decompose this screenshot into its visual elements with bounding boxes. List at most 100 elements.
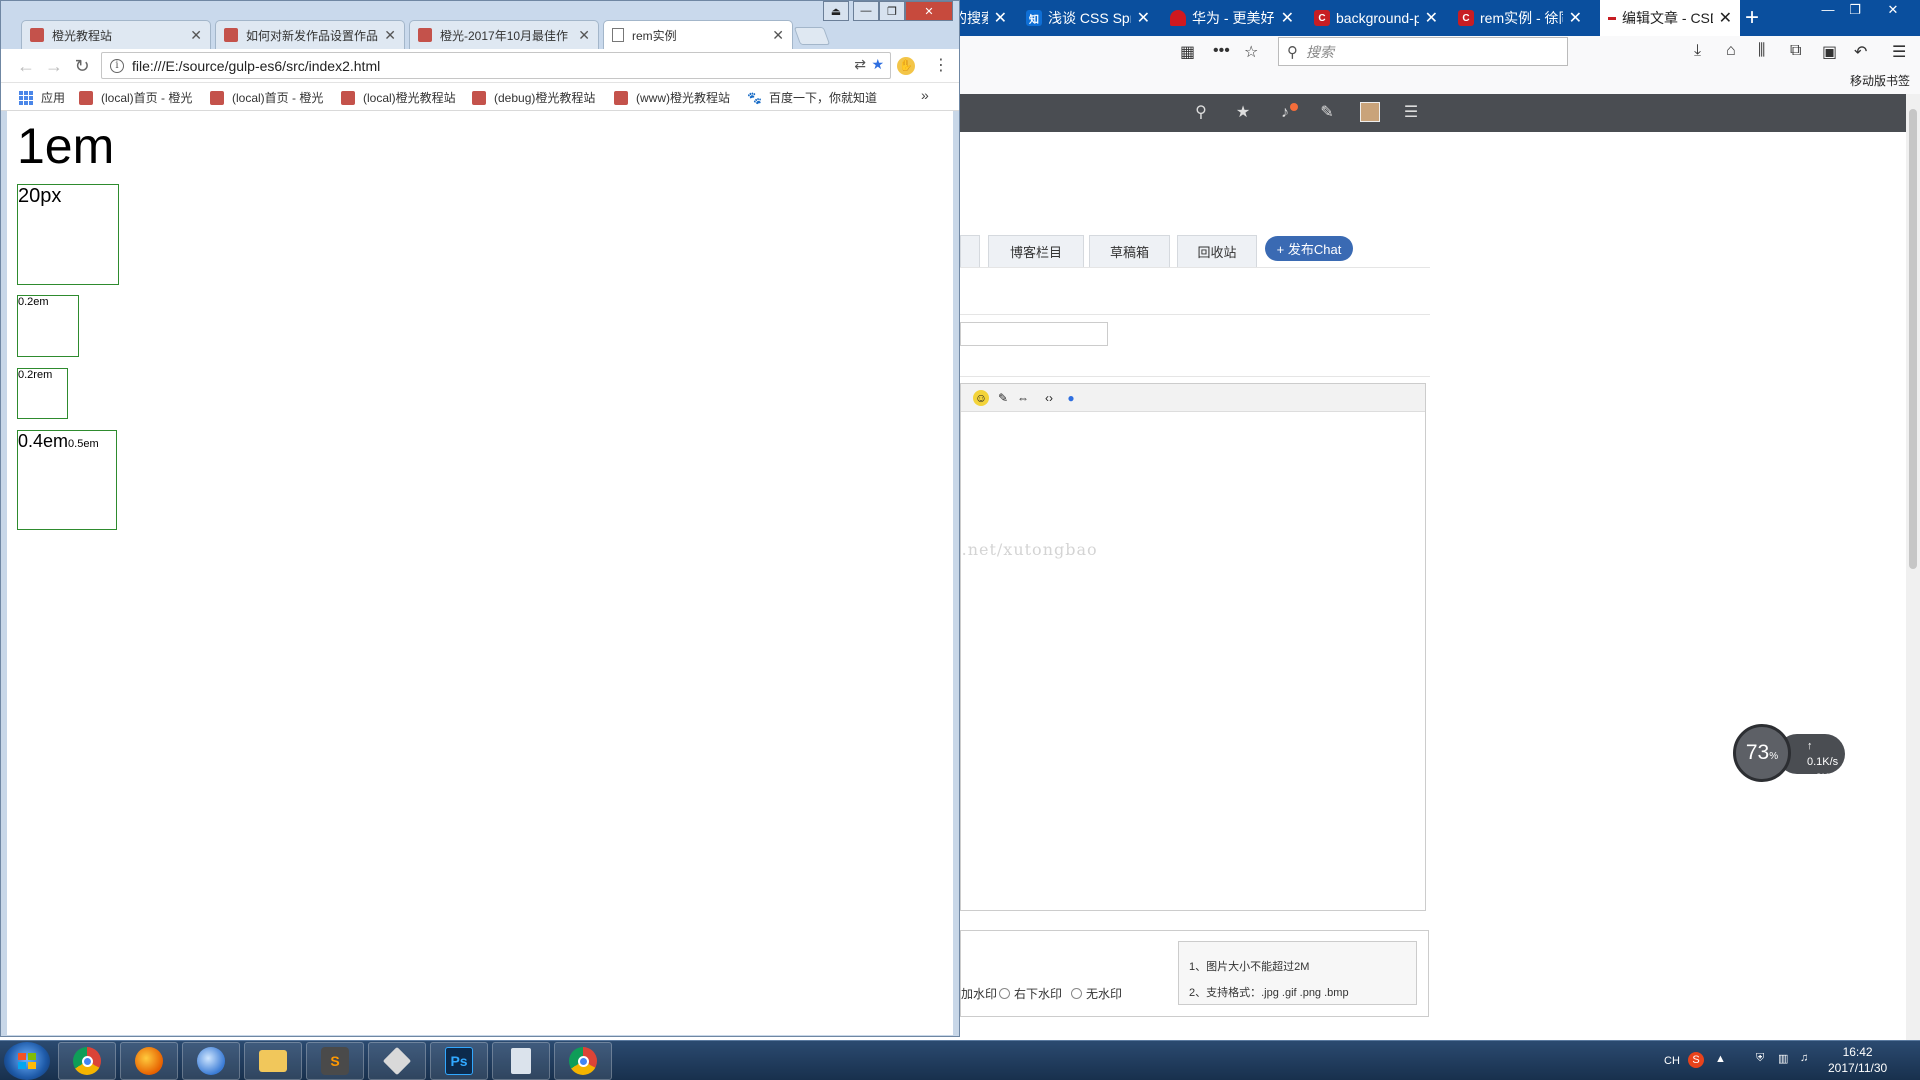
bookmark-item[interactable]: 🐾 百度一下，你就知道: [747, 89, 877, 106]
qr-code-icon[interactable]: ▦: [1180, 42, 1195, 62]
network-icon[interactable]: ▥: [1778, 1052, 1788, 1065]
translate-icon[interactable]: ⇄: [854, 56, 866, 73]
tray-expand-icon[interactable]: ▲: [1715, 1053, 1726, 1065]
taskbar-chrome-2[interactable]: [554, 1042, 612, 1080]
edit-icon[interactable]: ✎: [995, 390, 1011, 406]
csdn-tab-drafts[interactable]: 草稿箱: [1089, 235, 1170, 267]
close-button[interactable]: ✕: [1880, 2, 1906, 18]
reload-button[interactable]: ↻: [71, 55, 93, 77]
chrome-tab[interactable]: 如何对新发作品设置作品 ✕: [215, 20, 405, 49]
start-button[interactable]: [4, 1042, 50, 1080]
bookmark-apps[interactable]: 应用: [19, 89, 65, 106]
close-icon[interactable]: ✕: [772, 27, 784, 44]
close-icon[interactable]: ✕: [1425, 8, 1438, 28]
info-icon[interactable]: ●: [1063, 390, 1079, 406]
maximize-button[interactable]: ❐: [879, 1, 905, 21]
watermark-option-bottom-right[interactable]: 右下水印: [999, 985, 1062, 1002]
close-icon[interactable]: ✕: [190, 27, 202, 44]
close-button[interactable]: ✕: [905, 1, 953, 21]
more-actions-icon[interactable]: •••: [1213, 42, 1230, 60]
close-icon[interactable]: ✕: [578, 27, 590, 44]
info-icon[interactable]: i: [110, 58, 124, 73]
watermark-option-none[interactable]: 无水印: [1071, 985, 1122, 1002]
search-icon[interactable]: ⚲: [1190, 102, 1212, 124]
close-icon[interactable]: ✕: [994, 8, 1007, 28]
sidebar-icon[interactable]: ▣: [1822, 42, 1837, 62]
csdn-tab-columns[interactable]: 博客栏目: [988, 235, 1084, 267]
emoji-icon[interactable]: ☺: [973, 390, 989, 406]
new-tab-button[interactable]: [793, 27, 831, 45]
firefox-tab[interactable]: C rem实例 - 徐同 ✕: [1450, 0, 1590, 36]
article-title-input[interactable]: [960, 322, 1108, 346]
search-input[interactable]: ⚲ 搜索: [1278, 37, 1568, 66]
taskbar-chrome[interactable]: [58, 1042, 116, 1080]
back-arrow-icon[interactable]: ↶: [1854, 42, 1867, 62]
bookmark-star-icon[interactable]: ☆: [1244, 42, 1258, 62]
taskbar-firefox[interactable]: [120, 1042, 178, 1080]
forward-button[interactable]: →: [43, 55, 65, 77]
library-icon[interactable]: ⫼: [1758, 42, 1765, 60]
more-bookmarks-button[interactable]: »: [921, 87, 929, 103]
csdn-tab-recycle[interactable]: 回收站: [1177, 235, 1257, 267]
bookmark-item[interactable]: (debug)橙光教程站: [472, 89, 595, 106]
folder-icon: [259, 1050, 287, 1072]
extension-icon[interactable]: ✋: [897, 57, 915, 75]
close-icon[interactable]: ✕: [1137, 8, 1150, 28]
code-icon[interactable]: ⇔: [1015, 390, 1031, 406]
chrome-tab[interactable]: 橙光教程站 ✕: [21, 20, 211, 49]
volume-icon[interactable]: ♫: [1800, 1052, 1808, 1064]
new-tab-button[interactable]: +: [1745, 4, 1759, 32]
maximize-button[interactable]: ❐: [1842, 2, 1868, 18]
sogou-icon[interactable]: S: [1688, 1052, 1704, 1068]
minimize-button[interactable]: —: [1815, 2, 1841, 17]
article-editor[interactable]: ☺ ✎ ⇔ ‹› ●: [960, 383, 1426, 911]
close-icon[interactable]: ✕: [1719, 8, 1732, 28]
page-scrollbar[interactable]: [1906, 94, 1920, 1040]
watermark-option-add[interactable]: 加水印: [961, 985, 997, 1002]
firefox-tab[interactable]: 知 浅谈 CSS Sprite ✕: [1018, 0, 1158, 36]
menu-icon[interactable]: ☰: [1400, 102, 1422, 124]
bookmark-item[interactable]: (local)橙光教程站: [341, 89, 456, 106]
avatar[interactable]: [1360, 102, 1380, 122]
box-label: 0.4em: [18, 431, 69, 451]
taskbar-photoshop[interactable]: Ps: [430, 1042, 488, 1080]
csdn-tab-partial[interactable]: [960, 235, 980, 267]
download-icon[interactable]: ⤓: [1694, 42, 1701, 60]
shield-icon[interactable]: ⛨: [1756, 1052, 1764, 1065]
source-icon[interactable]: ‹›: [1041, 390, 1057, 406]
firefox-tab-active[interactable]: 编辑文章 - CSD ✕: [1600, 0, 1740, 36]
language-indicator[interactable]: CH: [1664, 1055, 1680, 1067]
chrome-tab[interactable]: 橙光-2017年10月最佳作 ✕: [409, 20, 599, 49]
hamburger-menu-icon[interactable]: ☰: [1892, 42, 1906, 62]
taskbar-calculator[interactable]: [492, 1042, 550, 1080]
firefox-tab[interactable]: 华为 - 更美好的 ✕: [1162, 0, 1302, 36]
edit-icon[interactable]: ✎: [1316, 102, 1338, 124]
scrollbar-thumb[interactable]: [1909, 109, 1917, 569]
address-bar[interactable]: i file:///E:/source/gulp-es6/src/index2.…: [101, 52, 891, 79]
close-icon[interactable]: ✕: [1281, 8, 1294, 28]
bookmark-item[interactable]: (local)首页 - 橙光: [79, 89, 192, 106]
taskbar-explorer[interactable]: [244, 1042, 302, 1080]
chrome-tab-active[interactable]: rem实例 ✕: [603, 20, 793, 49]
taskbar-virtualbox[interactable]: [368, 1042, 426, 1080]
bookmark-star-icon[interactable]: ★: [871, 56, 884, 73]
url-text: file:///E:/source/gulp-es6/src/index2.ht…: [132, 57, 381, 74]
bookmark-item[interactable]: (local)首页 - 橙光: [210, 89, 323, 106]
close-icon[interactable]: ✕: [384, 27, 396, 44]
network-monitor-widget[interactable]: ↑ 0.1K/s ↓ 2K/s 73%: [1733, 724, 1853, 784]
clock[interactable]: 16:42 2017/11/30: [1828, 1044, 1887, 1076]
minimize-button[interactable]: —: [853, 1, 879, 21]
taskbar-sublime[interactable]: S: [306, 1042, 364, 1080]
firefox-tab[interactable]: C background-p ✕: [1306, 0, 1446, 36]
screenshot-icon[interactable]: ⧉: [1790, 42, 1801, 60]
mobile-bookmarks[interactable]: 移动版书签: [1850, 72, 1910, 89]
bookmark-item[interactable]: (www)橙光教程站: [614, 89, 730, 106]
close-icon[interactable]: ✕: [1569, 8, 1582, 28]
home-icon[interactable]: ⌂: [1726, 42, 1736, 60]
chrome-menu-icon[interactable]: ⋮: [933, 55, 949, 75]
publish-chat-button[interactable]: + 发布Chat: [1265, 236, 1353, 261]
user-button[interactable]: ⏏: [823, 1, 849, 21]
star-icon[interactable]: ★: [1232, 102, 1254, 124]
back-button[interactable]: ←: [15, 55, 37, 77]
taskbar-browser[interactable]: [182, 1042, 240, 1080]
